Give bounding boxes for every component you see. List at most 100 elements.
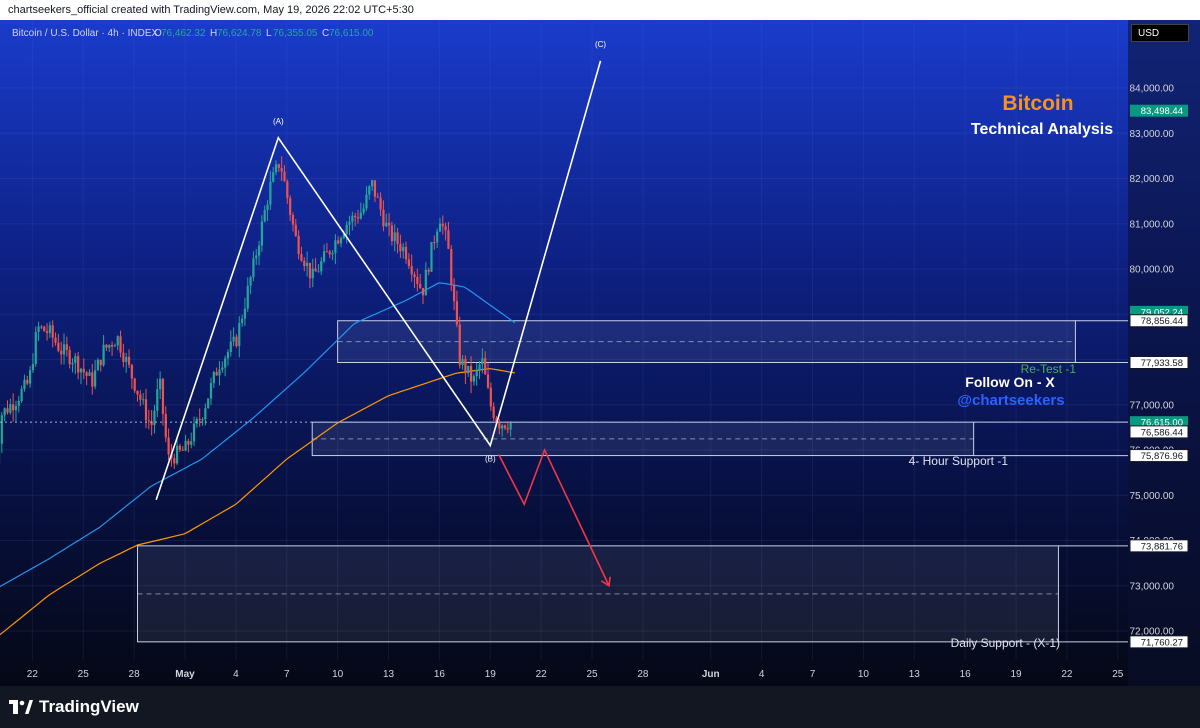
candle-body xyxy=(441,223,444,227)
candle-body xyxy=(294,224,297,236)
candle-body xyxy=(243,308,247,319)
candle-body xyxy=(142,399,145,401)
price-tick-label: 75,000.00 xyxy=(1130,491,1175,502)
candle-body xyxy=(91,372,94,387)
time-tick-label: 25 xyxy=(1112,669,1124,680)
candle-body xyxy=(181,449,184,451)
candle-body xyxy=(356,217,360,219)
candle-body xyxy=(192,423,196,442)
candle-body xyxy=(331,253,334,255)
candle-body xyxy=(204,408,207,420)
candle-body xyxy=(3,408,6,416)
price-tag-label-3: 77,933.58 xyxy=(1141,358,1183,369)
candle-body xyxy=(314,268,317,272)
candle-body xyxy=(280,167,283,172)
candle-body xyxy=(385,222,388,227)
price-tick-label: 77,000.00 xyxy=(1130,400,1175,411)
time-tick-label: 13 xyxy=(383,669,395,680)
candle-body xyxy=(430,242,433,272)
candle-body xyxy=(427,269,430,272)
price-tick-label: 81,000.00 xyxy=(1130,219,1175,230)
candle-body xyxy=(362,208,365,213)
annotation-handle: @chartseekers xyxy=(957,392,1064,409)
candle-body xyxy=(274,164,278,173)
candle-body xyxy=(308,262,312,279)
candle-body xyxy=(334,240,337,254)
price-tag-label-7: 73,881.76 xyxy=(1141,541,1183,552)
time-tick-label: 22 xyxy=(536,669,548,680)
candle-body xyxy=(209,383,213,399)
candle-body xyxy=(79,368,83,373)
candle-body xyxy=(82,368,85,373)
candle-body xyxy=(136,390,139,395)
candle-body xyxy=(127,356,131,365)
candle-body xyxy=(421,287,425,296)
candle-body xyxy=(23,379,26,389)
candle-body xyxy=(226,352,230,359)
candle-body xyxy=(224,358,227,368)
wave-label-3: (C) xyxy=(595,40,606,49)
candle-body xyxy=(164,413,167,438)
ohlc-key-l: L xyxy=(266,28,272,39)
candle-body xyxy=(506,428,509,430)
time-tick-label: 25 xyxy=(78,669,90,680)
candle-body xyxy=(438,223,442,232)
candle-body xyxy=(455,301,459,325)
candle-body xyxy=(74,356,77,363)
candle-body xyxy=(57,342,60,351)
candle-body xyxy=(464,359,467,374)
candle-body xyxy=(396,232,399,244)
price-chart[interactable]: (A) (B) (C) 72,000.0073,000.0074,000.0075,… xyxy=(0,0,1200,728)
candle-body xyxy=(289,198,292,215)
candle-body xyxy=(102,344,105,366)
price-tag-label-6: 75,876.96 xyxy=(1141,451,1183,462)
candle-body xyxy=(60,350,63,355)
candle-body xyxy=(501,425,504,429)
candle-body xyxy=(503,425,507,429)
candle-body xyxy=(122,352,125,362)
tradingview-logo[interactable]: TradingView xyxy=(9,697,139,717)
annotation-title: Bitcoin xyxy=(1002,92,1073,115)
candle-body xyxy=(365,194,368,209)
candle-body xyxy=(359,212,362,219)
candle-body xyxy=(486,374,490,388)
candle-body xyxy=(478,364,481,370)
price-axis[interactable]: 72,000.0073,000.0074,000.0075,000.0076,0… xyxy=(1128,20,1200,686)
candle-body xyxy=(325,251,328,253)
time-tick-label: 7 xyxy=(810,669,816,680)
candle-body xyxy=(201,419,204,421)
candle-body xyxy=(167,437,170,455)
time-tick-label: 7 xyxy=(284,669,290,680)
candle-body xyxy=(246,285,249,309)
ohlc-value-c: 76,615.00 xyxy=(329,28,374,39)
candle-body xyxy=(252,258,255,278)
chart-window: (A) (B) (C) 72,000.0073,000.0074,000.0075,… xyxy=(0,0,1200,728)
candle-body xyxy=(345,224,348,235)
candle-body xyxy=(354,215,357,218)
candle-body xyxy=(498,422,501,429)
tradingview-logo-icon xyxy=(9,700,33,714)
annotation-hour-support: 4- Hour Support -1 xyxy=(909,454,1009,468)
candle-body xyxy=(509,422,512,430)
candle-body xyxy=(255,255,258,259)
candle-body xyxy=(71,362,74,365)
candle-body xyxy=(373,180,377,197)
candle-body xyxy=(232,336,235,342)
time-tick-label: 22 xyxy=(27,669,39,680)
time-tick-label: 22 xyxy=(1061,669,1073,680)
candle-body xyxy=(9,404,12,413)
time-tick-label: 4 xyxy=(233,669,239,680)
currency-button[interactable]: USD xyxy=(1131,24,1189,42)
candle-body xyxy=(77,356,80,373)
ohlc-value-h: 76,624.78 xyxy=(217,28,262,39)
candle-body xyxy=(221,367,224,370)
candle-body xyxy=(249,277,252,286)
brand-name: TradingView xyxy=(39,697,139,716)
candle-body xyxy=(156,389,159,411)
candle-body xyxy=(212,372,215,384)
candle-body xyxy=(303,260,306,267)
candle-body xyxy=(291,214,295,225)
price-tick-label: 82,000.00 xyxy=(1130,174,1175,185)
candle-body xyxy=(94,370,97,387)
candle-body xyxy=(190,441,193,445)
